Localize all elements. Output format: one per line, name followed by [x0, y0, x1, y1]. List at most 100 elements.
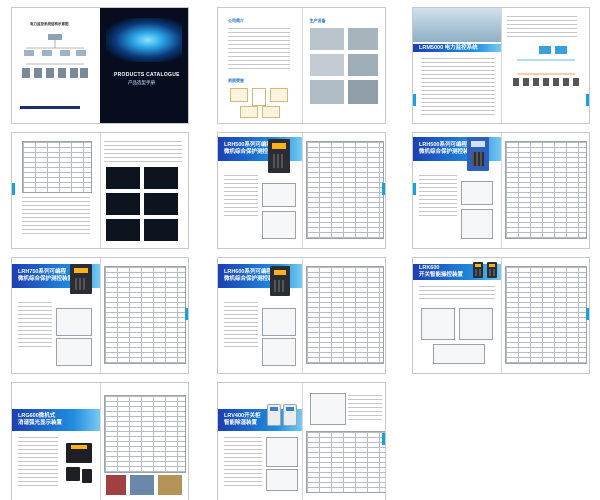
- lrh500-a-table-page: [302, 133, 385, 248]
- lrg600-text: [18, 437, 58, 487]
- about-label: 公司简介: [228, 18, 244, 23]
- brochure-layout-canvas: { "cover": { "title_en": "PRODUCTS CATAL…: [0, 0, 600, 500]
- function-table: [305, 141, 384, 239]
- lrk600-intro-page: LRK600 开关智能操控装置: [413, 258, 501, 373]
- section-tab: [413, 183, 416, 195]
- lrh750-intro-page: LRH750系列可编程 微机综合保护测控装置: [12, 258, 100, 373]
- lrv400-intro-page: LRV400开关柜 智能除湿装置: [218, 383, 302, 500]
- lrh500-b-header-text: LRH500系列可编程 微机综合保护测控装置: [419, 142, 475, 155]
- certificate-1: [230, 88, 248, 102]
- terminal-drawing: [262, 338, 296, 366]
- panel-drawing: [56, 308, 92, 336]
- lrh600-intro-page: LRH600系列可编程 微机综合保护测控装置: [218, 258, 302, 373]
- device-image-2: [487, 262, 497, 278]
- lrv400-table-page: [302, 383, 385, 500]
- cabinet-photo-1: [106, 475, 126, 495]
- system-diagram-graphic: [22, 34, 88, 78]
- screenshot-1: [106, 167, 140, 189]
- device-image-2: [66, 467, 80, 481]
- lrk600-spread: LRK600 开关智能操控装置: [413, 258, 589, 373]
- section-tab: [382, 433, 385, 445]
- lrg600-header-text: LRG600微机式 消谐弧光显示装置: [18, 413, 63, 426]
- factory-photo-6: [347, 80, 378, 104]
- lrm5000-text: [421, 58, 495, 116]
- lrh750-text: [18, 302, 52, 348]
- factory-photo-4: [347, 54, 378, 76]
- front-cover-page: PRODUCTS CATALOGUE 产品选型手册: [100, 8, 188, 123]
- company-name-mark: [20, 106, 80, 109]
- function-table: [305, 431, 385, 493]
- screenshot-3: [106, 193, 140, 215]
- cover-title-en: PRODUCTS CATALOGUE: [114, 72, 180, 78]
- lrh750-spread: LRH750系列可编程 微机综合保护测控装置: [12, 258, 188, 373]
- lrm5000-intro-page: LRM5000 电力监控系统: [413, 8, 501, 123]
- section-tab: [185, 308, 188, 320]
- lrg600-intro-page: LRG600微机式 消谐弧光显示装置: [12, 383, 100, 500]
- lrv400-desc: [347, 395, 382, 423]
- section-tab: [586, 308, 589, 320]
- about-text: [228, 28, 290, 70]
- lrh600-text: [224, 302, 258, 348]
- software-desc: [104, 141, 182, 163]
- screenshot-2: [144, 167, 178, 189]
- cabinet-photo-2: [130, 475, 154, 495]
- device-image-3: [82, 469, 92, 483]
- cover-spread: 电力监控系统结构示意图 PRODUCTS CATALOGUE 产品选型手册: [12, 8, 188, 123]
- lrh500-spread-b: LRH500系列可编程 微机综合保护测控装置: [413, 133, 589, 248]
- lrh500-a-text: [224, 175, 258, 219]
- device-image-2: [284, 405, 296, 425]
- back-cover-page: 电力监控系统结构示意图: [12, 8, 100, 123]
- device-image: [467, 137, 489, 171]
- production-page: 生产设备: [302, 8, 386, 123]
- lrv400-header-text: LRV400开关柜 智能除湿装置: [224, 413, 261, 426]
- device-image-1: [268, 405, 280, 425]
- lrv400-spread: LRV400开关柜 智能除湿装置: [218, 383, 385, 500]
- lrh600-table-page: [302, 258, 386, 373]
- panel-drawing: [262, 183, 296, 207]
- control-room-photo: [413, 8, 501, 42]
- factory-photo-5: [309, 80, 344, 104]
- terminal-drawing: [461, 209, 493, 239]
- lrh500-b-intro-page: LRH500系列可编程 微机综合保护测控装置: [413, 133, 501, 248]
- lrg600-header: LRG600微机式 消谐弧光显示装置: [12, 409, 100, 431]
- cover-title-cn: 产品选型手册: [128, 80, 155, 85]
- lrm5000-features-text: [507, 16, 577, 38]
- side-drawing: [459, 308, 493, 340]
- lrh500-b-text: [419, 175, 457, 219]
- certificate-2: [252, 88, 266, 106]
- company-profile-page: 公司简介 资质荣誉: [218, 8, 302, 123]
- cover-graphic: [106, 18, 182, 62]
- lrk600-text: [419, 286, 495, 302]
- function-table: [505, 266, 587, 364]
- lrh500-spread-a: LRH500系列可编程 微机综合保护测控装置: [218, 133, 385, 248]
- panel-drawing: [262, 308, 296, 336]
- device-image-1: [66, 443, 92, 463]
- factory-photo-3: [309, 54, 344, 76]
- lrm5000-spread: LRM5000 电力监控系统: [413, 8, 589, 123]
- cabinet-photo-3: [158, 475, 182, 495]
- lrg600-table-page: [100, 383, 188, 500]
- lrm5000-header-text: LRM5000 电力监控系统: [419, 44, 478, 51]
- panel-drawing: [266, 437, 298, 467]
- certificate-5: [262, 106, 280, 118]
- front-drawing: [421, 308, 455, 340]
- network-diagram-graphic: [513, 46, 579, 86]
- diagram-title: 电力监控系统结构示意图: [30, 22, 69, 26]
- lrh500-a-intro-page: LRH500系列可编程 微机综合保护测控装置: [218, 133, 302, 248]
- lrm5000-header: LRM5000 电力监控系统: [413, 44, 501, 52]
- network-diagram: [509, 44, 581, 98]
- factory-photo-2: [347, 28, 378, 50]
- factory-photo-1: [309, 28, 344, 50]
- certificate-3: [270, 88, 288, 102]
- spec-table: [22, 141, 92, 193]
- lrg600-spread: LRG600微机式 消谐弧光显示装置: [12, 383, 188, 500]
- lrh600-spread: LRH600系列可编程 微机综合保护测控装置: [218, 258, 385, 373]
- sensor-drawing: [309, 393, 346, 425]
- terminal-drawing: [262, 211, 296, 239]
- wiring-drawing: [266, 469, 298, 491]
- cert-label: 资质荣誉: [228, 78, 244, 83]
- section-tab: [12, 183, 15, 195]
- function-table: [305, 266, 384, 364]
- section-tab: [382, 183, 385, 195]
- intro-spread: 公司简介 资质荣誉 生产设备: [218, 8, 385, 123]
